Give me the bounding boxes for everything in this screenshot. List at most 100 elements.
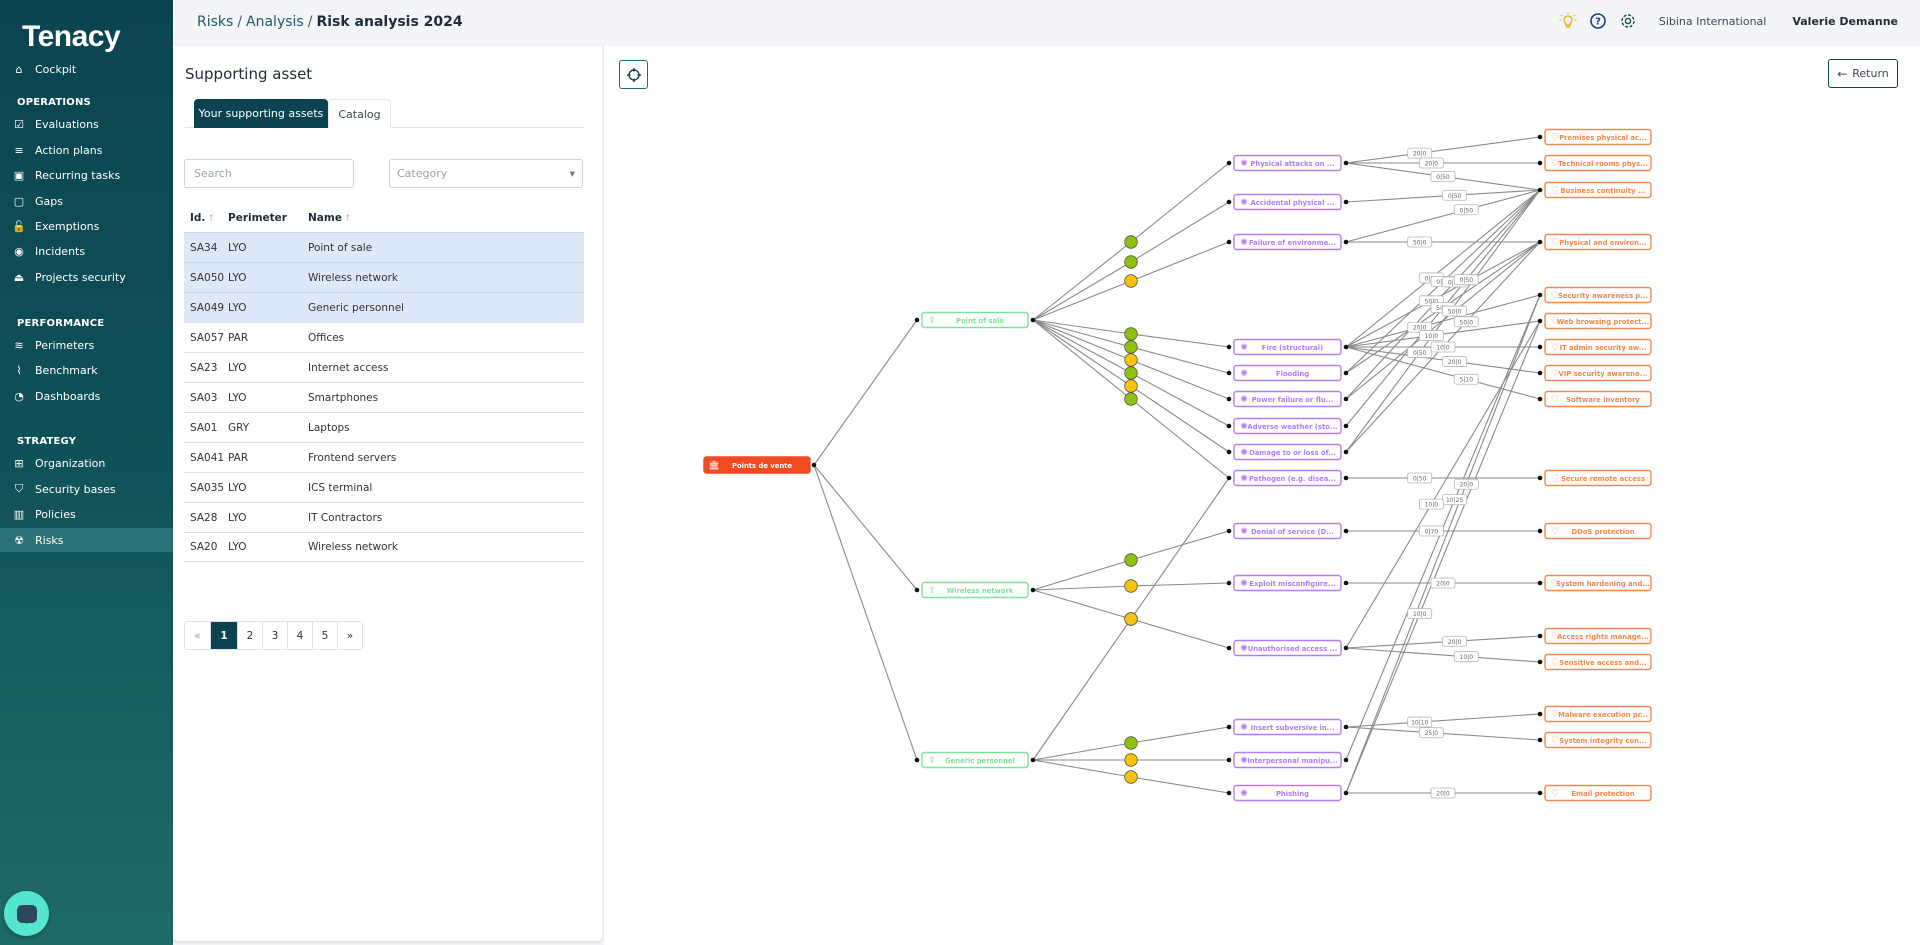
sidebar-item-dashboards[interactable]: ◔ Dashboards [0, 384, 173, 408]
security-measure-node[interactable]: ♡Security awareness p... [1544, 286, 1652, 304]
sidebar-item-organization[interactable]: ⊞ Organization [0, 451, 173, 475]
threat-node[interactable]: ✺ Accidental physical ... [1233, 193, 1342, 211]
threat-node[interactable]: ✺ Power failure or flu... [1233, 390, 1342, 408]
threat-node[interactable]: ✺ Damage to or loss of... [1233, 443, 1342, 461]
asset-node[interactable]: ⇪ Generic personnel [921, 751, 1029, 769]
sidebar-item-risks[interactable]: ☢ Risks [0, 528, 173, 552]
risk-level-green[interactable] [1124, 235, 1138, 249]
risk-level-green[interactable] [1124, 366, 1138, 380]
risk-level-yellow[interactable] [1124, 274, 1138, 288]
column-id[interactable]: Id. ↑ [184, 212, 228, 224]
table-row[interactable]: SA03 LYO Smartphones [184, 382, 584, 412]
asset-node[interactable]: ⇪ Wireless network [921, 581, 1029, 599]
threat-node[interactable]: ✺ Flooding [1233, 364, 1342, 382]
help-icon[interactable]: ? [1589, 12, 1607, 30]
risk-level-green[interactable] [1124, 340, 1138, 354]
table-row[interactable]: SA23 LYO Internet access [184, 352, 584, 382]
threat-node[interactable]: ✺ Interpersonal manipu... [1233, 751, 1342, 769]
security-measure-node[interactable]: ♡Access rights manage... [1544, 627, 1652, 645]
pagination-page-5[interactable]: 5 [312, 622, 337, 649]
security-measure-node[interactable]: ♡ System integrity con... [1544, 731, 1652, 749]
risk-level-yellow[interactable] [1124, 353, 1138, 367]
risk-level-green[interactable] [1124, 255, 1138, 269]
security-measure-node[interactable]: ♡ Secure remote access [1544, 469, 1652, 487]
sidebar-item-incidents[interactable]: ◉ Incidents [0, 239, 173, 263]
risk-level-yellow[interactable] [1124, 579, 1138, 593]
security-measure-node[interactable]: ♡ Sensitive access and... [1544, 653, 1652, 671]
column-name[interactable]: Name ↑ [308, 212, 584, 224]
sidebar-item-action-plans[interactable]: ≡ Action plans [0, 138, 173, 162]
risk-level-yellow[interactable] [1124, 770, 1138, 784]
category-select[interactable]: Category ▼ [389, 159, 583, 188]
business-value-node[interactable]: 🏛 Points de vente [703, 456, 811, 474]
threat-node[interactable]: ✺ Fire (structural) [1233, 338, 1342, 356]
risk-level-yellow[interactable] [1124, 753, 1138, 767]
table-row[interactable]: SA20 LYO Wireless network [184, 532, 584, 562]
sidebar-item-policies[interactable]: ▥ Policies [0, 502, 173, 526]
risk-level-green[interactable] [1124, 392, 1138, 406]
security-measure-node[interactable]: ♡ Software inventory [1544, 390, 1652, 408]
breadcrumb-analysis[interactable]: Analysis [246, 14, 304, 30]
risk-level-yellow[interactable] [1124, 379, 1138, 393]
table-row[interactable]: SA057 PAR Offices [184, 322, 584, 352]
security-measure-node[interactable]: ♡ Physical and environ... [1544, 233, 1652, 251]
table-row[interactable]: SA049 LYO Generic personnel [184, 292, 584, 322]
pagination-page-3[interactable]: 3 [262, 622, 287, 649]
risk-graph[interactable]: 20|020|00|500|500|5050|00|500|500|500|50… [604, 46, 1920, 945]
lightbulb-icon[interactable] [1559, 12, 1577, 30]
breadcrumb-risks[interactable]: Risks [197, 14, 233, 30]
threat-node[interactable]: ✺ Insert subversive in... [1233, 718, 1342, 736]
security-measure-node[interactable]: ♡ VIP security awarene... [1544, 364, 1652, 382]
security-measure-node[interactable]: ♡ Business continuity ... [1544, 181, 1652, 199]
pagination-page-2[interactable]: 2 [237, 622, 262, 649]
sidebar-item-gaps[interactable]: ▢ Gaps [0, 189, 173, 213]
threat-node[interactable]: ✺ Exploit misconfigure... [1233, 574, 1342, 592]
security-measure-node[interactable]: ♡ Technical rooms phys... [1544, 154, 1652, 172]
security-measure-node[interactable]: ♡ IT admin security aw... [1544, 338, 1652, 356]
sidebar-item-recurring-tasks[interactable]: ▣ Recurring tasks [0, 163, 173, 187]
table-row[interactable]: SA28 LYO IT Contractors [184, 502, 584, 532]
table-row[interactable]: SA041 PAR Frontend servers [184, 442, 584, 472]
pagination-page-4[interactable]: 4 [287, 622, 312, 649]
risk-level-yellow[interactable] [1124, 612, 1138, 626]
tab-your-supporting-assets[interactable]: Your supporting assets [194, 99, 328, 128]
chat-support-button[interactable] [4, 891, 49, 936]
security-measure-node[interactable]: ♡ Email protection [1544, 784, 1652, 802]
threat-node[interactable]: ✺ Failure of environme... [1233, 233, 1342, 251]
sidebar-item-security-bases[interactable]: ⛉ Security bases [0, 477, 173, 501]
threat-node[interactable]: ✺ Adverse weather (sto... [1233, 417, 1342, 435]
threat-node[interactable]: ✺ Unauthorised access ... [1233, 639, 1342, 657]
risk-level-green[interactable] [1124, 553, 1138, 567]
organization-name[interactable]: Sibina International [1659, 15, 1767, 28]
tenacy-logo[interactable]: Tenacy [22, 20, 121, 54]
sidebar-item-projects-security[interactable]: ⏏ Projects security [0, 265, 173, 289]
tab-catalog[interactable]: Catalog [328, 99, 391, 128]
user-name[interactable]: Valerie Demanne [1792, 15, 1898, 28]
asset-node[interactable]: ⇪ Point of sale [921, 311, 1029, 329]
gear-icon[interactable] [1619, 12, 1637, 30]
search-input[interactable] [184, 159, 354, 188]
risk-level-green[interactable] [1124, 736, 1138, 750]
pagination-page-1[interactable]: 1 [210, 622, 237, 649]
sidebar-item-benchmark[interactable]: ⌇ Benchmark [0, 358, 173, 382]
security-measure-node[interactable]: ♡ Malware execution pr... [1544, 705, 1652, 723]
pagination-next-button[interactable]: » [337, 622, 362, 649]
table-row[interactable]: SA01 GRY Laptops [184, 412, 584, 442]
table-row[interactable]: SA035 LYO ICS terminal [184, 472, 584, 502]
sidebar-item-perimeters[interactable]: ≋ Perimeters [0, 333, 173, 357]
return-button[interactable]: ← Return [1828, 59, 1898, 88]
risk-level-green[interactable] [1124, 327, 1138, 341]
sidebar-item-cockpit[interactable]: ⌂ Cockpit [0, 57, 173, 81]
security-measure-node[interactable]: ♡System hardening and... [1544, 574, 1652, 592]
sidebar-item-exemptions[interactable]: 🔓 Exemptions [0, 214, 173, 238]
table-row[interactable]: SA050 LYO Wireless network [184, 262, 584, 292]
security-measure-node[interactable]: ♡ Premises physical ac... [1544, 128, 1652, 146]
security-measure-node[interactable]: ♡Web browsing protect... [1544, 312, 1652, 330]
security-measure-node[interactable]: ♡ DDoS protection [1544, 522, 1652, 540]
table-row[interactable]: SA34 LYO Point of sale [184, 232, 584, 262]
threat-node[interactable]: ✺ Pathogen (e.g. disea... [1233, 469, 1342, 487]
pagination-prev-button[interactable]: « [185, 622, 210, 649]
sidebar-item-evaluations[interactable]: ☑ Evaluations [0, 112, 173, 136]
threat-node[interactable]: ✺ Phishing [1233, 784, 1342, 802]
threat-node[interactable]: ✺ Denial of service (D... [1233, 522, 1342, 540]
